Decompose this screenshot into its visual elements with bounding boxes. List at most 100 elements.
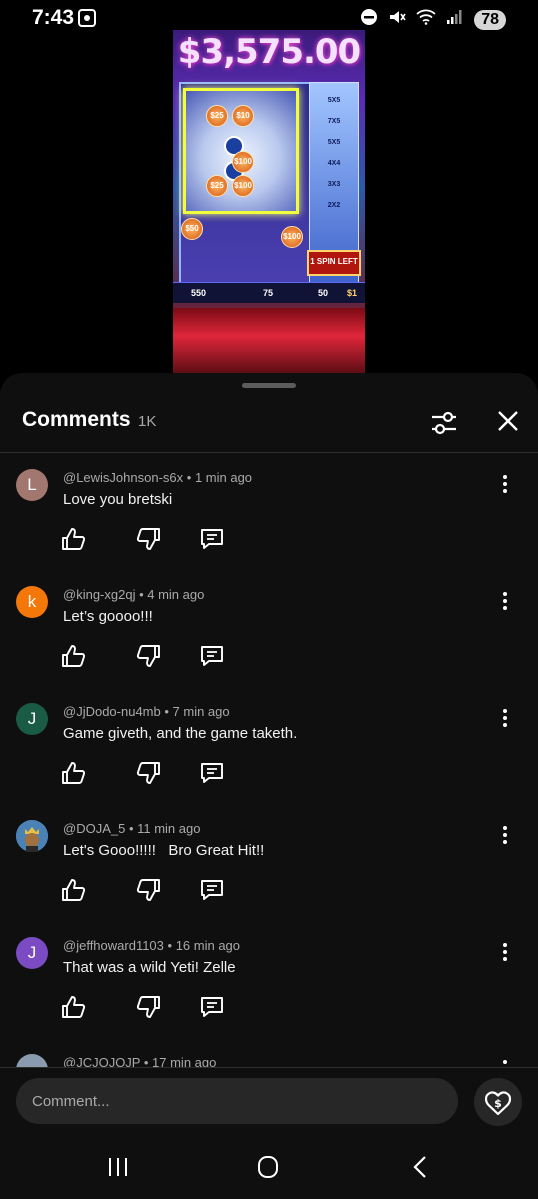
video-player[interactable]: $3,575.00 $25 $10 $100 $25 $100 $50 $100… [0, 30, 538, 380]
reply-button[interactable] [198, 993, 226, 1021]
more-options-button[interactable] [495, 941, 515, 963]
more-options-button[interactable] [495, 473, 515, 495]
more-vertical-icon [503, 709, 507, 727]
close-button[interactable] [494, 407, 522, 435]
battery-indicator: 78 [474, 9, 506, 30]
thumbs-down-icon [136, 645, 160, 667]
comment-time: 4 min ago [147, 587, 205, 602]
comment-meta: @LewisJohnson-s6x • 1 min ago [63, 470, 253, 485]
avatar[interactable] [16, 1054, 48, 1068]
dislike-button[interactable] [134, 642, 162, 670]
wifi-icon [416, 9, 436, 30]
comment-time: 16 min ago [175, 938, 241, 953]
comments-header: Comments 1K [0, 403, 538, 451]
comment-author[interactable]: @king-xg2qj [63, 587, 135, 602]
comments-sheet: Comments 1K L @LewisJohnson-s6x • 1 min … [0, 373, 538, 1199]
like-button[interactable] [60, 642, 88, 670]
dislike-button[interactable] [134, 993, 162, 1021]
signal-icon [446, 9, 464, 30]
back-icon [413, 1156, 426, 1178]
status-time: 7:43 [32, 6, 75, 29]
filter-button[interactable] [428, 407, 460, 439]
comments-list[interactable]: L @LewisJohnson-s6x • 1 min ago Love you… [0, 453, 538, 1068]
drag-handle[interactable] [242, 383, 296, 388]
thumbs-up-icon [62, 996, 86, 1018]
comment-author[interactable]: @JjDodo-nu4mb [63, 704, 161, 719]
cabinet-lights [173, 308, 365, 378]
comment-author[interactable]: @LewisJohnson-s6x [63, 470, 183, 485]
avatar[interactable]: k [16, 586, 48, 618]
comment-item: @JCJOJOJP • 17 min ago [0, 1038, 538, 1068]
comment-input[interactable] [16, 1078, 458, 1124]
comment-actions [60, 876, 260, 904]
thumbs-up-icon [62, 879, 86, 901]
back-button[interactable] [400, 1152, 440, 1182]
dnd-icon [360, 8, 378, 31]
comment-actions [60, 759, 260, 787]
reply-button[interactable] [198, 759, 226, 787]
home-button[interactable] [248, 1152, 288, 1182]
comments-count: 1K [138, 413, 157, 430]
comment-item: J @jeffhoward1103 • 16 min ago That was … [0, 921, 538, 1038]
thumbs-down-icon [136, 528, 160, 550]
svg-text:$: $ [494, 1097, 502, 1110]
reply-button[interactable] [198, 525, 226, 553]
more-vertical-icon [503, 592, 507, 610]
comment-author[interactable]: @jeffhoward1103 [63, 938, 164, 953]
slot-meter-bar: 550 75 50 $1 [173, 282, 365, 303]
comment-item: k @king-xg2qj • 4 min ago Let’s goooo!!! [0, 570, 538, 687]
reply-button[interactable] [198, 642, 226, 670]
reply-comment-icon [201, 529, 223, 549]
slot-machine-frame: $3,575.00 $25 $10 $100 $25 $100 $50 $100… [173, 30, 365, 380]
comment-text: Let's Gooo!!!!! Bro Great Hit!! [63, 842, 265, 859]
dislike-button[interactable] [134, 876, 162, 904]
avatar[interactable] [16, 820, 48, 852]
more-vertical-icon [503, 943, 507, 961]
more-vertical-icon [503, 475, 507, 493]
like-button[interactable] [60, 525, 88, 553]
comment-time: 11 min ago [137, 821, 201, 836]
recent-apps-icon [109, 1158, 127, 1176]
comment-actions [60, 525, 260, 553]
avatar[interactable]: J [16, 937, 48, 969]
comment-meta: @JjDodo-nu4mb • 7 min ago [63, 704, 230, 719]
crowned-face-icon [16, 820, 48, 852]
comment-time: 1 min ago [194, 470, 253, 485]
comment-input-bar: $ [0, 1067, 538, 1136]
more-options-button[interactable] [495, 707, 515, 729]
comment-meta: @king-xg2qj • 4 min ago [63, 587, 205, 602]
thumbs-down-icon [136, 762, 160, 784]
super-thanks-button[interactable]: $ [474, 1078, 522, 1126]
win-value: 50 [318, 288, 329, 298]
thumbs-up-icon [62, 645, 86, 667]
avatar[interactable]: L [16, 469, 48, 501]
jackpot-amount: $3,575.00 [177, 32, 361, 72]
comment-actions [60, 993, 260, 1021]
comment-text: Game giveth, and the game taketh. [63, 725, 298, 742]
more-options-button[interactable] [495, 590, 515, 612]
like-button[interactable] [60, 876, 88, 904]
reply-comment-icon [201, 763, 223, 783]
close-icon [498, 411, 518, 431]
comment-author[interactable]: @DOJA_5 [63, 821, 125, 836]
dislike-button[interactable] [134, 759, 162, 787]
comment-meta: @DOJA_5 • 11 min ago [63, 821, 201, 836]
thumbs-down-icon [136, 879, 160, 901]
more-vertical-icon [503, 826, 507, 844]
reply-button[interactable] [198, 876, 226, 904]
more-options-button[interactable] [495, 824, 515, 846]
avatar[interactable]: J [16, 703, 48, 735]
heart-dollar-icon: $ [484, 1091, 512, 1116]
comment-item: J @JjDodo-nu4mb • 7 min ago Game giveth,… [0, 687, 538, 804]
home-icon [258, 1156, 278, 1178]
comment-item: @DOJA_5 • 11 min ago Let's Gooo!!!!! Bro… [0, 804, 538, 921]
comment-time: 7 min ago [172, 704, 230, 719]
thumbs-down-icon [136, 996, 160, 1018]
reply-comment-icon [201, 880, 223, 900]
recent-apps-button[interactable] [98, 1152, 138, 1182]
dislike-button[interactable] [134, 525, 162, 553]
sliders-icon [432, 411, 456, 435]
like-button[interactable] [60, 759, 88, 787]
mute-icon [388, 8, 406, 31]
like-button[interactable] [60, 993, 88, 1021]
